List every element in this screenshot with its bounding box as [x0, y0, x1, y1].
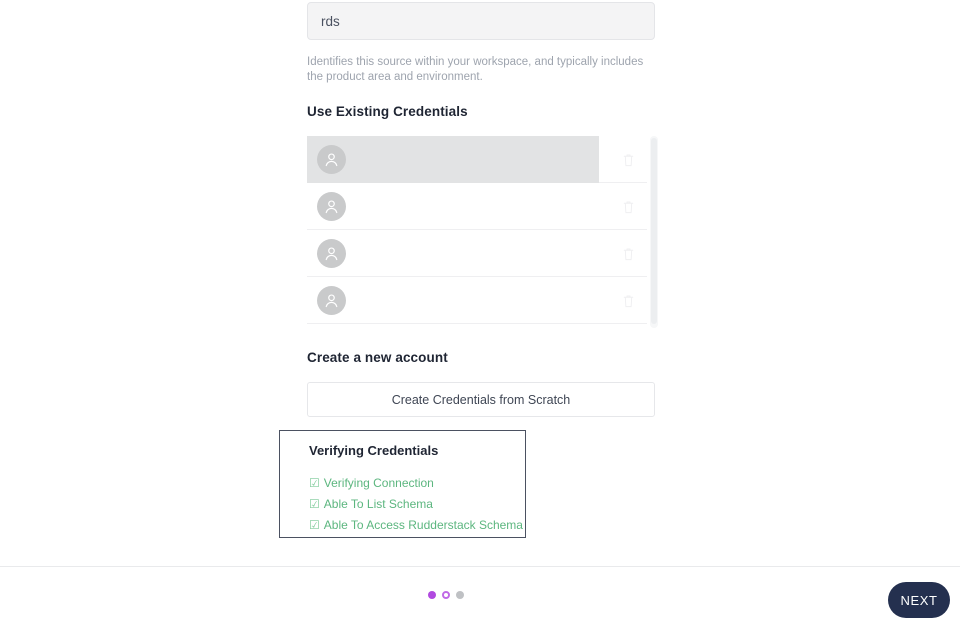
wizard-page: Identifies this source within your works…	[0, 0, 960, 618]
existing-credentials-list[interactable]	[307, 136, 647, 328]
trash-icon[interactable]	[620, 292, 637, 309]
user-avatar-icon	[317, 192, 346, 221]
verification-item: ☑ Able To List Schema	[309, 493, 525, 514]
verification-item-label: Able To List Schema	[323, 496, 433, 511]
credential-row[interactable]	[307, 136, 647, 183]
verifying-credentials-panel: Verifying Credentials ☑ Verifying Connect…	[279, 430, 526, 538]
checked-checkbox-icon: ☑	[309, 496, 320, 511]
source-name-help-text: Identifies this source within your works…	[307, 56, 644, 83]
checked-checkbox-icon: ☑	[309, 517, 320, 532]
credential-row-main[interactable]	[307, 183, 599, 230]
trash-icon[interactable]	[620, 198, 637, 215]
create-credentials-from-scratch-button[interactable]: Create Credentials from Scratch	[307, 382, 655, 417]
verification-item-label: Able To Access Rudderstack Schema	[323, 517, 523, 532]
step-dot-2[interactable]	[442, 591, 450, 599]
credentials-list-scrollbar[interactable]	[650, 136, 658, 328]
trash-icon[interactable]	[620, 245, 637, 262]
verifying-credentials-title: Verifying Credentials	[309, 443, 439, 458]
step-dot-1[interactable]	[428, 591, 436, 599]
verification-item: ☑ Able To Access Rudderstack Schema	[309, 514, 525, 535]
source-name-input[interactable]	[307, 2, 655, 40]
verification-checklist: ☑ Verifying Connection ☑ Able To List Schem…	[309, 472, 525, 535]
verification-item: ☑ Verifying Connection	[309, 472, 525, 493]
existing-credentials-list-container	[307, 136, 658, 328]
create-new-account-heading: Create a new account	[307, 350, 448, 365]
credential-row-main[interactable]	[307, 136, 599, 183]
next-button[interactable]: NEXT	[888, 582, 950, 618]
user-avatar-icon	[317, 286, 346, 315]
step-dot-3[interactable]	[456, 591, 464, 599]
credential-row-main[interactable]	[307, 230, 599, 277]
user-avatar-icon	[317, 145, 346, 174]
checked-checkbox-icon: ☑	[309, 475, 320, 490]
trash-icon[interactable]	[620, 151, 637, 168]
wizard-footer	[0, 566, 960, 609]
verification-item-label: Verifying Connection	[323, 475, 434, 490]
use-existing-credentials-heading: Use Existing Credentials	[307, 104, 468, 119]
wizard-content-scroll-area[interactable]: Identifies this source within your works…	[0, 0, 960, 566]
wizard-step-dots[interactable]	[428, 591, 464, 599]
credential-row[interactable]	[307, 183, 647, 230]
credentials-scrollbar-thumb[interactable]	[651, 138, 657, 324]
source-settings-form: Identifies this source within your works…	[307, 0, 655, 85]
credential-row-main[interactable]	[307, 277, 599, 324]
credential-row[interactable]	[307, 277, 647, 324]
credential-row[interactable]	[307, 230, 647, 277]
user-avatar-icon	[317, 239, 346, 268]
